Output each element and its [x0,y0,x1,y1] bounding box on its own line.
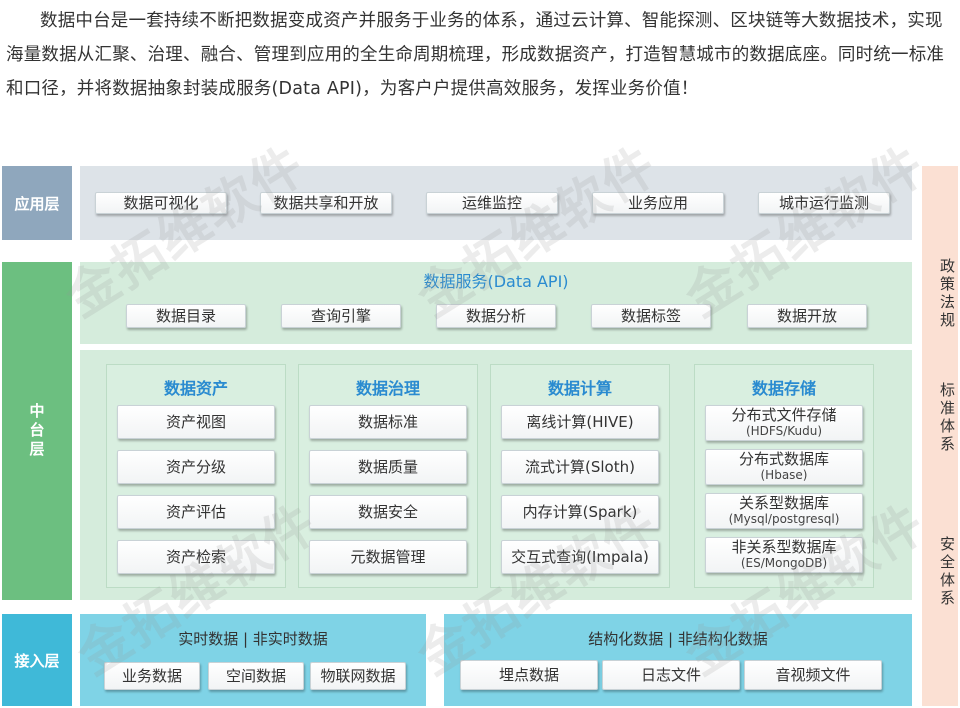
asset-grading[interactable]: 资产分级 [117,450,275,484]
app-item-city-monitor[interactable]: 城市运行监测 [758,192,890,214]
column-data-compute: 数据计算 离线计算(HIVE) 流式计算(Sloth) 内存计算(Spark) … [490,364,670,588]
access-item-business[interactable]: 业务数据 [104,662,200,690]
app-layer-label: 应用层 [2,166,72,240]
compute-offline[interactable]: 离线计算(HIVE) [501,405,659,439]
governance-security[interactable]: 数据安全 [309,495,467,529]
asset-evaluation[interactable]: 资产评估 [117,495,275,529]
access-right-panel: 结构化数据 | 非结构化数据 埋点数据 日志文件 音视频文件 [444,614,912,706]
storage-relational-db-main: 关系型数据库 [738,494,829,512]
storage-nonrelational-db-main: 非关系型数据库 [731,538,837,556]
column-title-compute: 数据计算 [547,379,612,398]
storage-relational-db-sub: (Mysql/postgresql) [728,512,840,526]
access-layer-label-text: 接入层 [14,651,60,670]
governance-metadata[interactable]: 元数据管理 [309,540,467,574]
service-item-query-engine[interactable]: 查询引擎 [281,304,401,328]
side-security: 安全体系 [938,536,956,608]
data-service-panel: 数据服务(Data API) 数据目录 查询引擎 数据分析 数据标签 数据开放 [80,262,912,344]
access-layer-label: 接入层 [2,614,72,706]
middle-core-panel: 数据资产 资产视图 资产分级 资产评估 资产检索 数据治理 数据标准 数据质量 … [80,350,912,600]
middle-layer-label-text: 中台层 [27,402,46,460]
governance-quality[interactable]: 数据质量 [309,450,467,484]
access-item-iot[interactable]: 物联网数据 [310,662,406,690]
access-item-logs[interactable]: 日志文件 [602,660,740,690]
compute-interactive-query[interactable]: 交互式查询(Impala) [501,540,659,574]
access-item-media[interactable]: 音视频文件 [744,660,882,690]
column-data-storage: 数据存储 分布式文件存储 (HDFS/Kudu) 分布式数据库 (Hbase) … [694,364,874,588]
column-data-assets: 数据资产 资产视图 资产分级 资产评估 资产检索 [106,364,286,588]
column-title-storage: 数据存储 [751,379,816,398]
governance-standard[interactable]: 数据标准 [309,405,467,439]
service-item-open[interactable]: 数据开放 [747,304,867,328]
access-left-panel: 实时数据 | 非实时数据 业务数据 空间数据 物联网数据 [80,614,426,706]
compute-streaming[interactable]: 流式计算(Sloth) [501,450,659,484]
storage-nonrelational-db[interactable]: 非关系型数据库 (ES/MongoDB) [705,537,863,573]
access-right-title: 结构化数据 | 非结构化数据 [588,630,768,648]
asset-search[interactable]: 资产检索 [117,540,275,574]
storage-nonrelational-db-sub: (ES/MongoDB) [740,556,828,570]
app-item-data-sharing[interactable]: 数据共享和开放 [260,192,392,214]
app-item-business-app[interactable]: 业务应用 [592,192,724,214]
side-panel: 政策法规 标准体系 安全体系 [922,166,958,706]
asset-view[interactable]: 资产视图 [117,405,275,439]
middle-layer-label: 中台层 [2,262,72,600]
data-service-title: 数据服务(Data API) [423,272,569,291]
side-policy: 政策法规 [938,258,956,330]
access-left-title: 实时数据 | 非实时数据 [178,630,328,648]
storage-distributed-fs-main: 分布式文件存储 [731,406,837,424]
app-layer-label-text: 应用层 [14,194,60,213]
compute-in-memory[interactable]: 内存计算(Spark) [501,495,659,529]
column-title-governance: 数据治理 [355,379,420,398]
column-data-governance: 数据治理 数据标准 数据质量 数据安全 元数据管理 [298,364,478,588]
app-layer-panel: 数据可视化 数据共享和开放 运维监控 业务应用 城市运行监测 [80,166,912,240]
service-item-analysis[interactable]: 数据分析 [436,304,556,328]
app-item-ops-monitor[interactable]: 运维监控 [426,192,558,214]
service-item-catalog[interactable]: 数据目录 [126,304,246,328]
side-standards: 标准体系 [938,382,956,454]
storage-relational-db[interactable]: 关系型数据库 (Mysql/postgresql) [705,493,863,529]
access-item-spatial[interactable]: 空间数据 [208,662,304,690]
app-item-visualization[interactable]: 数据可视化 [95,192,227,214]
storage-distributed-db-main: 分布式数据库 [738,450,829,468]
access-item-tracking[interactable]: 埋点数据 [460,660,598,690]
storage-distributed-fs-sub: (HDFS/Kudu) [745,424,823,438]
column-title-assets: 数据资产 [163,379,228,398]
storage-distributed-db-sub: (Hbase) [760,468,808,482]
storage-distributed-fs[interactable]: 分布式文件存储 (HDFS/Kudu) [705,405,863,441]
service-item-tags[interactable]: 数据标签 [591,304,711,328]
intro-paragraph: 数据中台是一套持续不断把数据变成资产并服务于业务的体系，通过云计算、智能探测、区… [6,11,945,99]
storage-distributed-db[interactable]: 分布式数据库 (Hbase) [705,449,863,485]
